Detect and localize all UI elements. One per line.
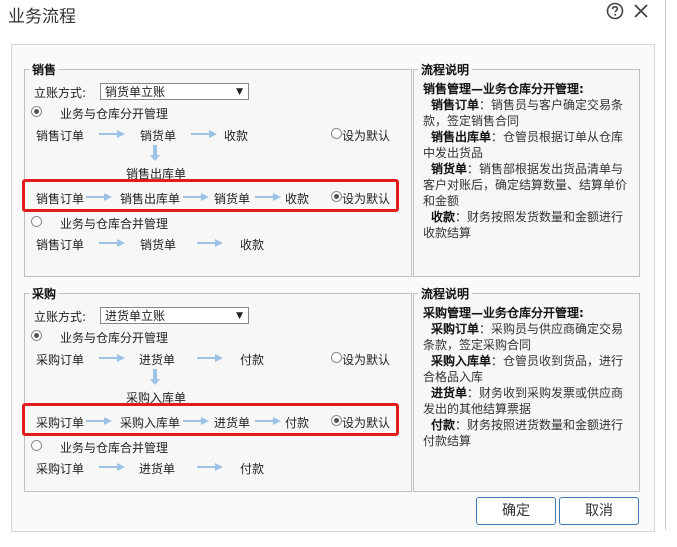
sales-default-label: 设为默认 [342, 129, 391, 143]
purchase-flow3-step: 进货单 [139, 462, 176, 476]
sales-legend: 销售 [32, 63, 57, 77]
purchase-desc-item: 付款：财务按照进货数量和金额进行付款结算 [423, 418, 624, 448]
chevron-down-icon: ▼ [236, 311, 243, 321]
sales-flow2-step: 收款 [285, 192, 310, 206]
sales-flow3-step: 收款 [240, 238, 265, 252]
purchase-desc-heading: 采购管理—业务仓库分开管理: [423, 306, 584, 320]
purchase-desc-legend: 流程说明 [421, 287, 470, 301]
purchase-method-select[interactable]: 进货单立账 ▼ [100, 307, 249, 324]
purchase-flow3-step: 采购订单 [36, 462, 85, 476]
sales-method-label: 立账方式: [34, 86, 87, 100]
purchase-flow1-step: 采购订单 [36, 353, 85, 367]
sales-desc-legend: 流程说明 [421, 63, 470, 77]
close-icon[interactable] [632, 2, 650, 20]
window-edge [665, 0, 666, 530]
arrow-right-icon [197, 354, 223, 362]
arrow-right-icon [197, 463, 223, 471]
arrow-right-icon [86, 417, 112, 425]
purchase-separate-radio[interactable] [31, 330, 42, 341]
arrow-right-icon [255, 417, 281, 425]
sales-desc-item: 收款：财务按照发货数量和金额进行收款结算 [423, 210, 624, 240]
purchase-highlight-default-label: 设为默认 [342, 416, 391, 430]
help-circle-icon[interactable] [606, 2, 624, 20]
arrow-right-icon [191, 130, 217, 138]
sales-highlight-default-radio[interactable] [331, 191, 342, 202]
ok-button[interactable]: 确定 [476, 497, 556, 525]
dialog-title: 业务流程 [8, 7, 76, 27]
purchase-legend: 采购 [32, 287, 57, 301]
sales-highlight-default-label: 设为默认 [342, 192, 391, 206]
sales-default-radio[interactable] [331, 128, 342, 139]
sales-method-select[interactable]: 销货单立账 ▼ [100, 83, 249, 100]
arrow-right-icon [183, 193, 209, 201]
purchase-flow2-step: 付款 [285, 416, 310, 430]
purchase-desc-text: 采购管理—业务仓库分开管理: 采购订单：采购员与供应商确定交易条款，签定采购合同… [423, 305, 633, 449]
purchase-flow1-step: 付款 [240, 353, 265, 367]
dialog-titlebar: 业务流程 [0, 0, 677, 30]
purchase-flow2-step: 采购订单 [36, 416, 85, 430]
purchase-flow2-step: 采购入库单 [120, 416, 181, 430]
sales-flow1-step: 销货单 [140, 129, 177, 143]
arrow-right-icon [86, 193, 112, 201]
sales-desc-heading: 销售管理—业务仓库分开管理: [423, 82, 584, 96]
chevron-down-icon: ▼ [236, 87, 243, 97]
sales-flow2-step: 销售出库单 [120, 192, 181, 206]
purchase-flow1-step: 进货单 [139, 353, 176, 367]
purchase-flow2-step: 进货单 [214, 416, 251, 430]
purchase-highlight-default-radio[interactable] [331, 415, 342, 426]
content-panel: 销售 立账方式: 销货单立账 ▼ 业务与仓库分开管理 销售订单 销货单 收款 设… [11, 44, 655, 532]
sales-flow3-step: 销货单 [140, 238, 177, 252]
arrow-right-icon [183, 417, 209, 425]
sales-desc-text: 销售管理—业务仓库分开管理: 销售订单：销售员与客户确定交易条款，签定销售合同 … [423, 81, 633, 241]
sales-flow2-step: 销货单 [214, 192, 251, 206]
purchase-desc-item: 采购订单：采购员与供应商确定交易条款，签定采购合同 [423, 322, 624, 352]
purchase-method-label: 立账方式: [34, 310, 87, 324]
arrow-right-icon [197, 239, 223, 247]
arrow-right-icon [99, 463, 125, 471]
purchase-default-label: 设为默认 [342, 353, 391, 367]
arrow-down-icon [150, 369, 160, 385]
arrow-down-icon [150, 145, 160, 161]
sales-flow3-step: 销售订单 [36, 238, 85, 252]
sales-separate-label: 业务与仓库分开管理 [60, 107, 169, 121]
purchase-flow3-step: 付款 [240, 462, 265, 476]
sales-flow2-step: 销售订单 [36, 192, 85, 206]
sales-desc-item: 销售出库单：仓管员根据订单从仓库中发出货品 [423, 130, 624, 160]
sales-flow1-step: 销售订单 [36, 129, 85, 143]
cancel-button[interactable]: 取消 [559, 497, 639, 525]
purchase-desc-item: 进货单：财务收到采购发票或供应商发出的其他结算票据 [423, 386, 624, 416]
arrow-right-icon [99, 354, 125, 362]
sales-merged-radio[interactable] [31, 216, 42, 227]
arrow-right-icon [255, 193, 281, 201]
sales-desc-item: 销售订单：销售员与客户确定交易条款，签定销售合同 [423, 98, 624, 128]
sales-desc-item: 销货单：销售部根据发出货品清单与客户对账后，确定结算数量、结算单价和金额 [423, 162, 628, 208]
sales-merged-label: 业务与仓库合并管理 [60, 217, 169, 231]
sales-flow1-step: 收款 [224, 129, 249, 143]
sales-method-value: 销货单立账 [105, 85, 166, 99]
sales-separate-radio[interactable] [31, 106, 42, 117]
purchase-merged-radio[interactable] [31, 440, 42, 451]
arrow-right-icon [99, 130, 125, 138]
arrow-right-icon [99, 239, 125, 247]
purchase-merged-label: 业务与仓库合并管理 [60, 441, 169, 455]
purchase-method-value: 进货单立账 [105, 309, 166, 323]
purchase-separate-label: 业务与仓库分开管理 [60, 331, 169, 345]
purchase-desc-item: 采购入库单：仓管员收到货品，进行合格品入库 [423, 354, 624, 384]
purchase-default-radio[interactable] [331, 352, 342, 363]
